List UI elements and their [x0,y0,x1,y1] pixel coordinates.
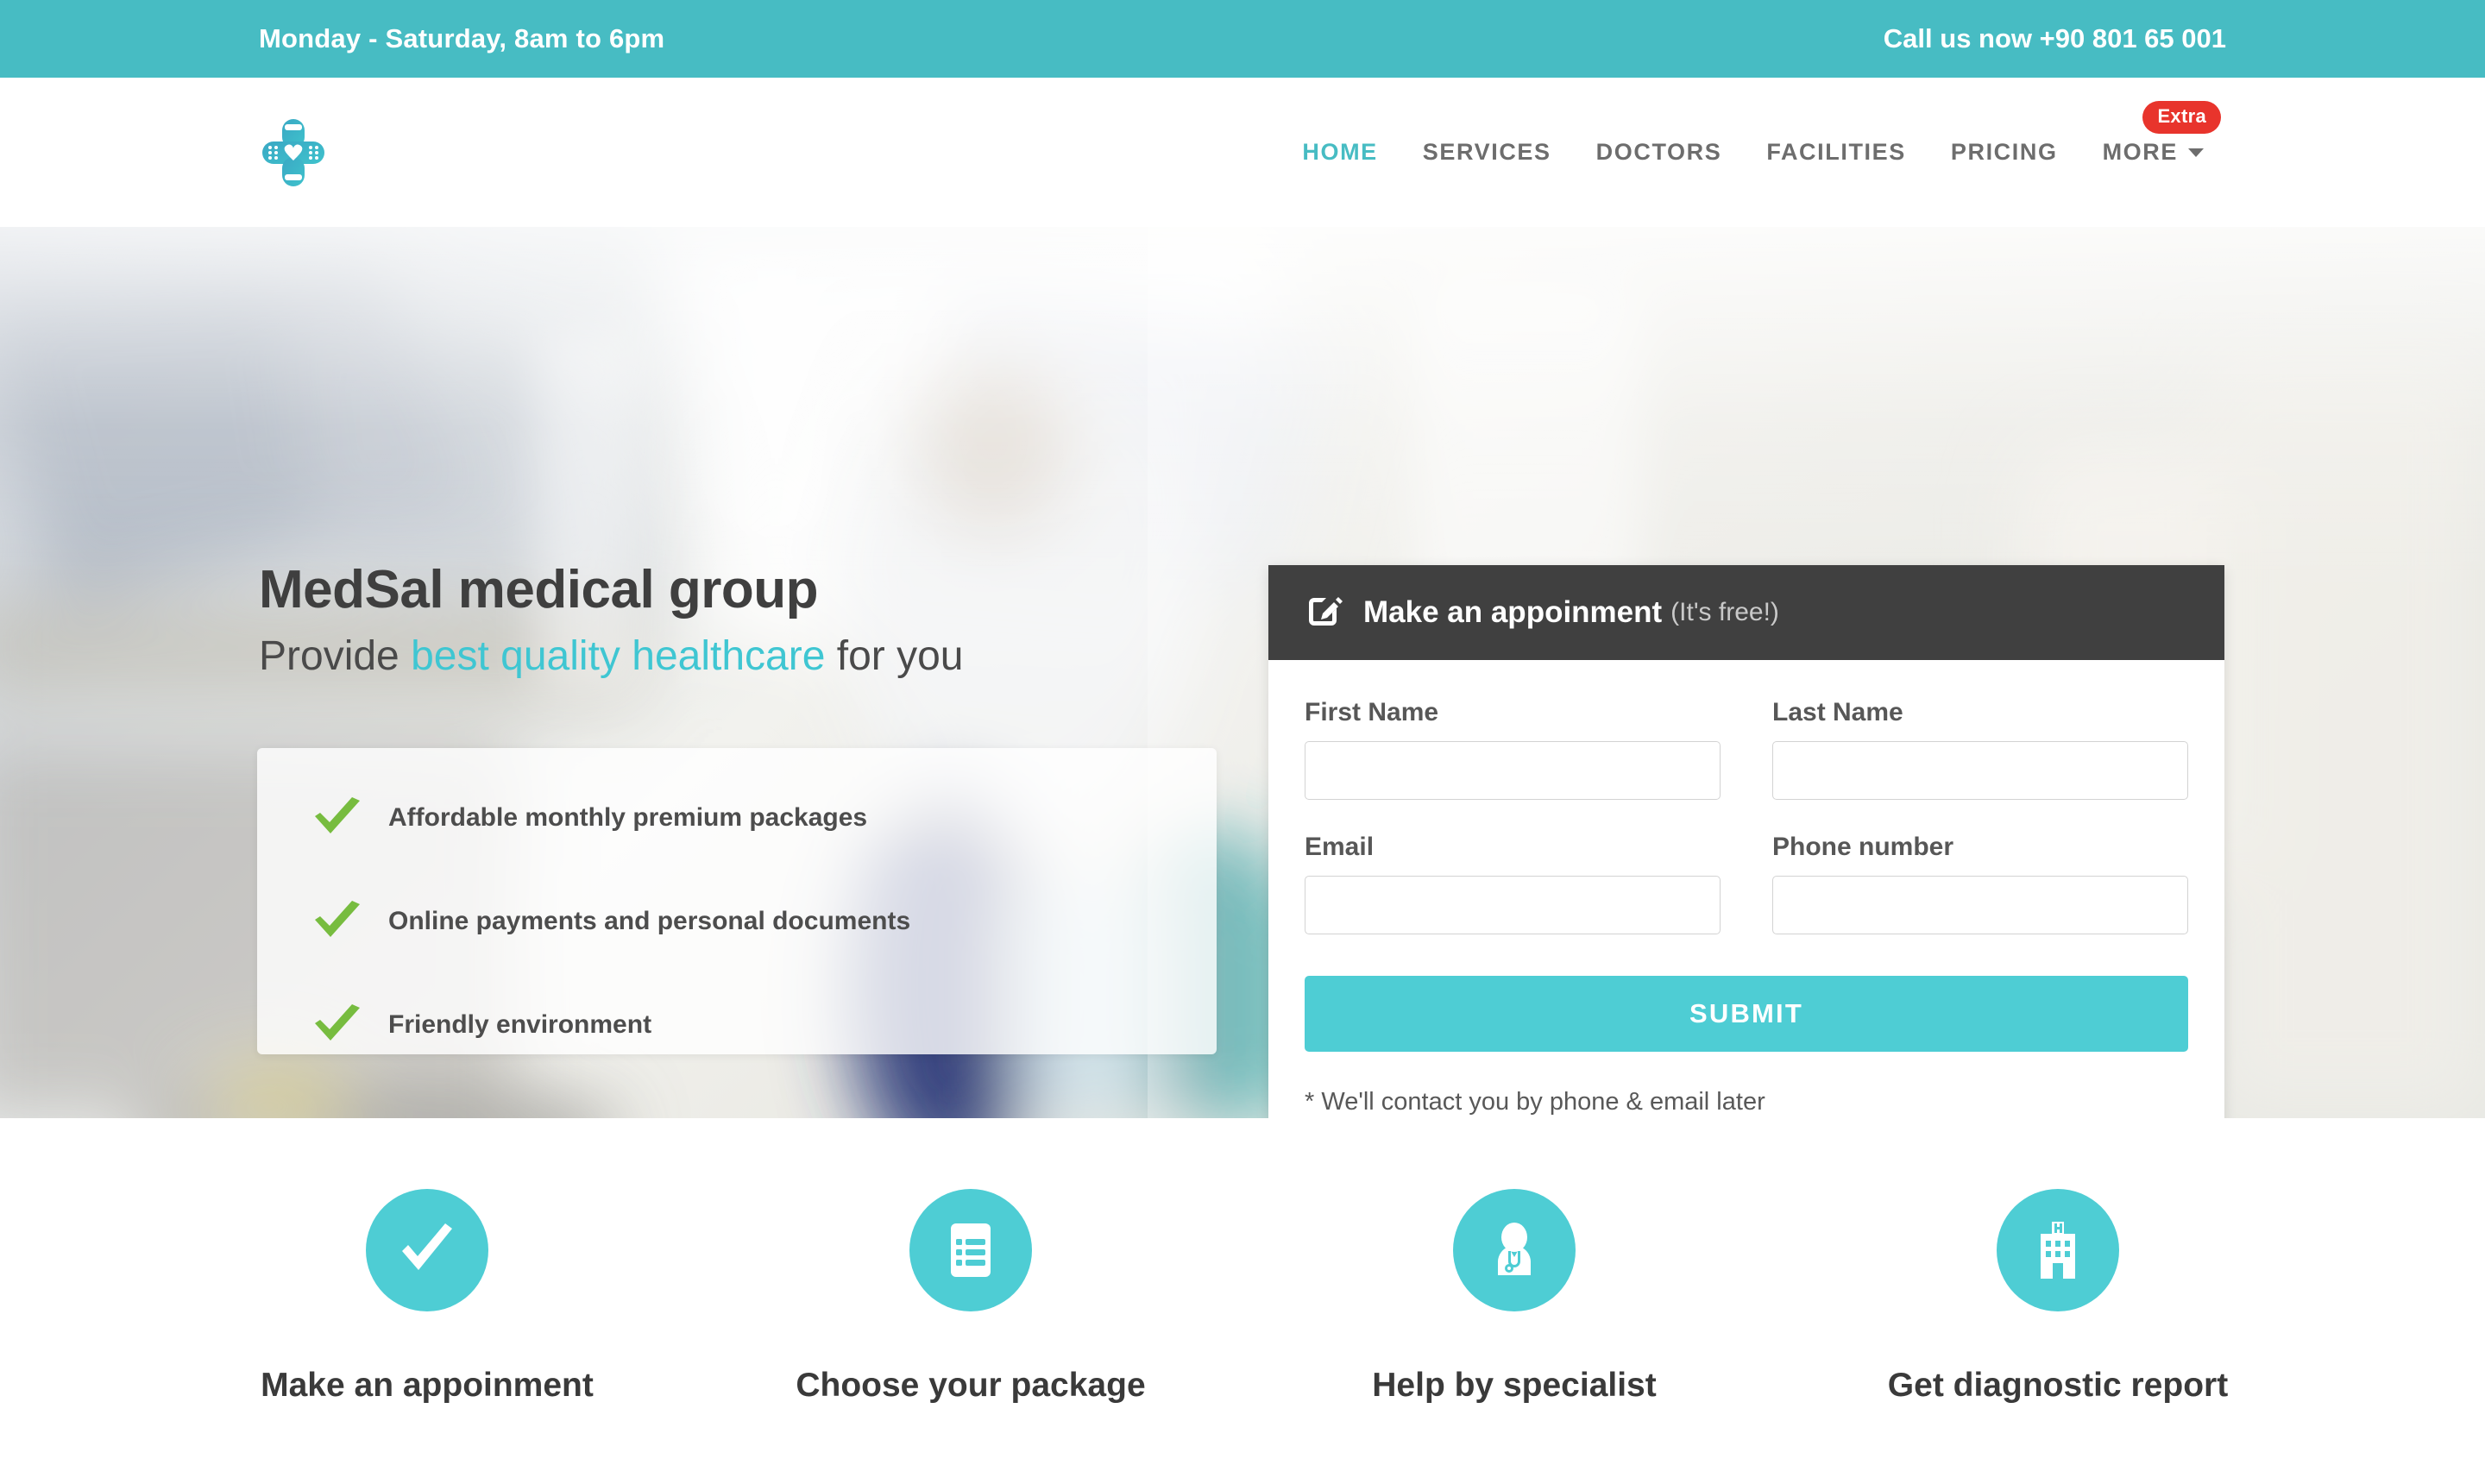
bandage-heart-logo-icon [262,118,324,186]
appointment-form-card: Make an appoinment (It's free!) First Na… [1268,565,2224,1118]
check-mark-icon [315,797,360,833]
nav-item-home[interactable]: HOME [1280,139,1400,166]
hero-sub-after: for you [825,633,964,679]
benefit-label: Affordable monthly premium packages [388,803,868,832]
main-navigation-bar: HOME SERVICES DOCTORS FACILITIES PRICING… [0,78,2485,227]
benefit-item: Friendly environment [257,986,1217,1064]
check-mark-icon [315,1004,360,1041]
benefit-item: Affordable monthly premium packages [257,779,1217,857]
appointment-form-body: First Name Last Name Email Phone number [1268,660,2224,1118]
appointment-form-header: Make an appoinment (It's free!) [1268,565,2224,660]
benefit-item: Online payments and personal documents [257,883,1217,960]
call-us-phone[interactable]: Call us now +90 801 65 001 [1884,23,2226,54]
email-field-group: Email [1305,833,1721,967]
phone-number-input[interactable] [1772,876,2188,934]
last-name-input[interactable] [1772,741,2188,800]
chevron-down-icon [2188,148,2204,157]
feature-icon-circle [366,1189,488,1311]
nav-links-group: HOME SERVICES DOCTORS FACILITIES PRICING… [1280,101,2226,166]
appointment-contact-note: * We'll contact you by phone & email lat… [1305,1088,1765,1116]
hero-content: MedSal medical group Provide best qualit… [0,227,2485,1118]
list-document-icon [951,1223,991,1277]
hero-benefits-card: Affordable monthly premium packages Onli… [257,748,1217,1054]
nav-item-pricing[interactable]: PRICING [1928,139,2080,166]
feature-icon-circle [1453,1189,1576,1311]
feature-help-specialist[interactable]: Help by specialist [1242,1118,1786,1405]
feature-make-appointment[interactable]: Make an appoinment [155,1118,699,1405]
opening-hours-text: Monday - Saturday, 8am to 6pm [259,23,665,53]
email-label: Email [1305,833,1375,861]
first-name-input[interactable] [1305,741,1721,800]
feature-icon-circle [1997,1189,2119,1311]
appointment-free-note: (It's free!) [1670,598,1779,626]
features-strip: Make an appoinment Choose your package H… [0,1118,2485,1484]
hero-sub-highlight: best quality healthcare [411,633,826,679]
hero-section: MedSal medical group Provide best qualit… [0,227,2485,1118]
nav-item-more-label: MORE [2102,139,2178,165]
feature-label: Help by specialist [1372,1367,1657,1404]
last-name-field-group: Last Name [1772,698,2188,833]
phone-number-label: Phone number [1772,833,1954,861]
benefit-label: Friendly environment [388,1010,652,1039]
hospital-building-icon [2041,1222,2075,1279]
nav-item-more[interactable]: Extra MORE [2080,101,2226,166]
nav-item-facilities[interactable]: FACILITIES [1744,139,1928,166]
top-info-bar: Monday - Saturday, 8am to 6pm Call us no… [0,0,2485,78]
feature-choose-package[interactable]: Choose your package [699,1118,1242,1405]
doctor-stethoscope-icon [1498,1223,1531,1275]
last-name-label: Last Name [1772,698,1903,726]
appointment-fields-grid: First Name Last Name Email Phone number [1305,698,2188,967]
nav-item-services[interactable]: SERVICES [1400,139,1574,166]
first-name-label: First Name [1305,698,1439,726]
email-input[interactable] [1305,876,1721,934]
phone-field-group: Phone number [1772,833,2188,967]
appointment-form-title: Make an appoinment [1363,595,1663,629]
check-mark-icon [315,901,360,937]
submit-button[interactable]: SUBMIT [1305,976,2188,1052]
feature-label: Make an appoinment [261,1367,594,1404]
nav-item-doctors[interactable]: DOCTORS [1574,139,1745,166]
feature-diagnostic-report[interactable]: Get diagnostic report [1786,1118,2330,1405]
benefit-label: Online payments and personal documents [388,907,911,935]
extra-badge: Extra [2142,101,2221,134]
check-icon [402,1223,452,1270]
feature-icon-circle [909,1189,1032,1311]
edit-pencil-icon [1309,597,1343,626]
hero-title: MedSal medical group [259,560,819,619]
first-name-field-group: First Name [1305,698,1721,833]
site-logo[interactable] [259,114,328,192]
feature-label: Choose your package [796,1367,1146,1404]
hero-subtitle: Provide best quality healthcare for you [259,632,963,680]
hero-sub-before: Provide [259,633,412,679]
feature-label: Get diagnostic report [1887,1367,2229,1404]
